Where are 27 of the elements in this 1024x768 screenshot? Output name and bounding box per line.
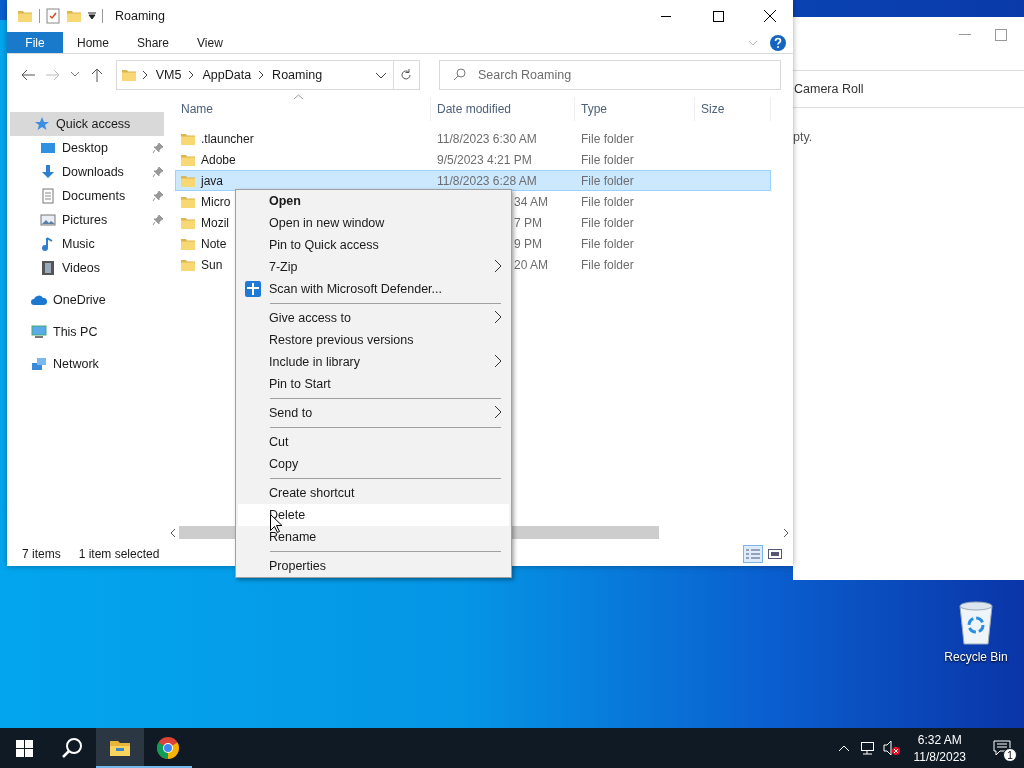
date-modified: 11/8/2023 6:30 AM bbox=[437, 131, 537, 146]
file-name: Note bbox=[201, 236, 227, 251]
date-modified: 9 PM bbox=[514, 236, 542, 251]
date-modified: 9/5/2023 4:21 PM bbox=[437, 152, 532, 167]
file-name: Mozil bbox=[201, 215, 229, 230]
date-modified: 20 AM bbox=[514, 257, 549, 272]
file-type: File folder bbox=[581, 236, 634, 251]
date-modified: 11/8/2023 6:28 AM bbox=[437, 173, 537, 188]
notification-count: 1 bbox=[1003, 748, 1017, 762]
item-count: 7 items bbox=[22, 547, 61, 561]
file-name: Adobe bbox=[201, 152, 236, 167]
file-name: java bbox=[201, 173, 223, 188]
file-type: File folder bbox=[581, 257, 634, 272]
date-modified: 34 AM bbox=[514, 194, 549, 209]
window-title: Roaming bbox=[114, 9, 167, 23]
file-name: Micro bbox=[201, 194, 231, 209]
file-type: File folder bbox=[581, 173, 634, 188]
file-type: File folder bbox=[581, 215, 634, 230]
file-type: File folder bbox=[581, 131, 634, 146]
file-name: .tlauncher bbox=[201, 131, 254, 146]
date-modified: 7 PM bbox=[514, 215, 542, 230]
breadcrumb-text: Camera Roll bbox=[794, 82, 864, 96]
file-type: File folder bbox=[581, 194, 634, 209]
message-text: pty. bbox=[793, 130, 814, 144]
selection-count: 1 item selected bbox=[78, 547, 160, 561]
file-type: File folder bbox=[581, 152, 634, 167]
file-name: Sun bbox=[201, 257, 223, 272]
